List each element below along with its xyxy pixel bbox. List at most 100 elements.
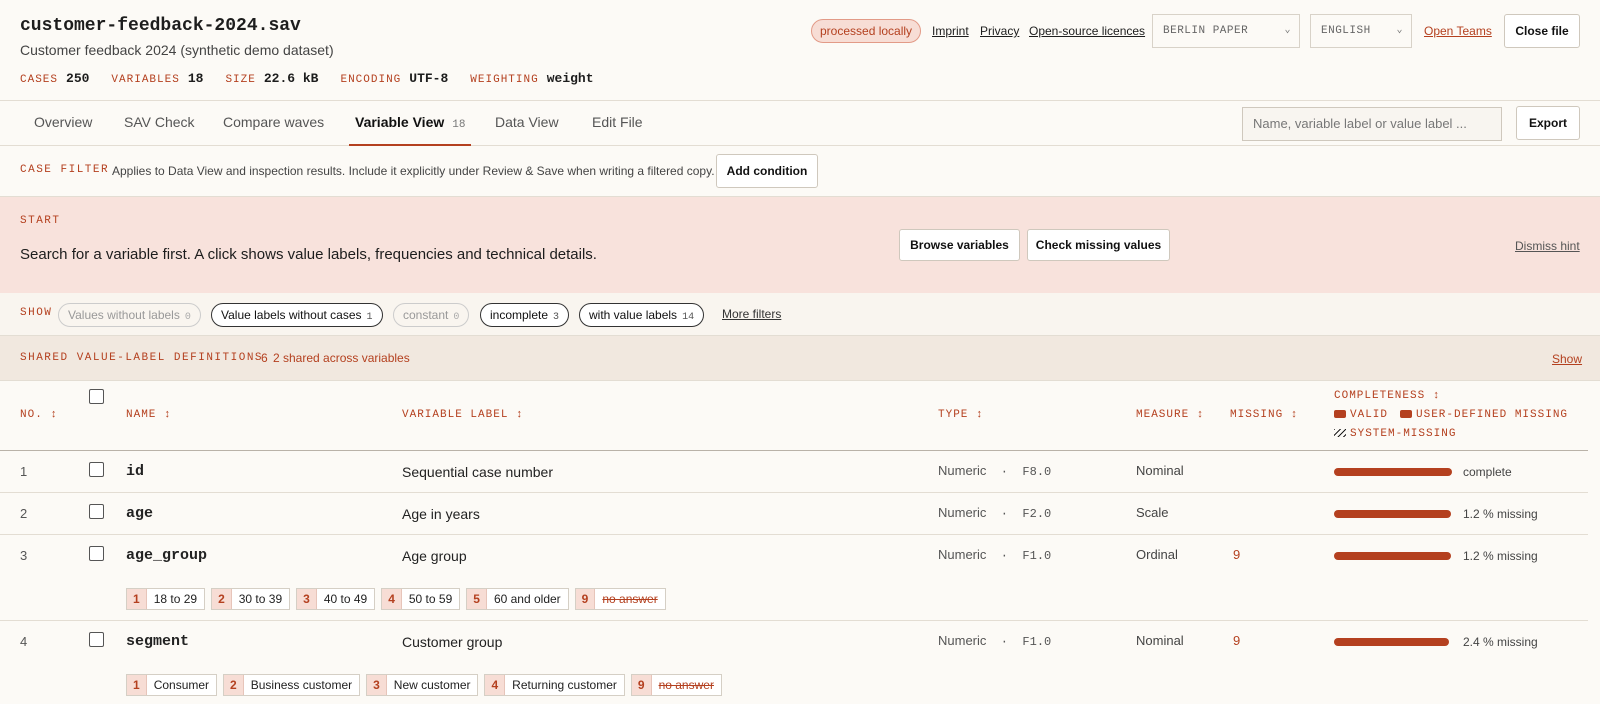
completeness-bar [1334,468,1452,476]
value-code: 3 [297,589,317,609]
shared-value-labels-bar: SHARED VALUE-LABEL DEFINITIONS 6 2 share… [0,336,1600,381]
value-text: Returning customer [512,678,617,692]
table-row[interactable]: 3 age_group Age group Numeric · F1.0 Ord… [0,535,1588,621]
column-measure[interactable]: MEASURE ↕ [1136,409,1204,421]
tab-sav-check[interactable]: SAV Check [124,101,195,146]
chip-label: Value labels without cases [221,308,362,322]
show-key: SHOW [20,307,53,319]
open-teams-link[interactable]: Open Teams [1424,24,1492,38]
value-label[interactable]: 2 Business customer [223,674,361,696]
check-missing-values-button[interactable]: Check missing values [1027,229,1170,261]
table-row[interactable]: 4 segment Customer group Numeric · F1.0 … [0,621,1588,704]
legend-system-swatch [1334,429,1346,438]
chip-count: 0 [453,312,460,323]
type-format: F1.0 [1022,549,1052,563]
tab-edit-file[interactable]: Edit File [592,101,643,146]
column-name[interactable]: NAME ↕ [126,409,172,421]
start-hint: START Search for a variable first. A cli… [0,197,1600,293]
table-row[interactable]: 2 age Age in years Numeric · F2.0 Scale … [0,493,1588,535]
more-filters-link[interactable]: More filters [722,307,781,321]
meta-key: WEIGHTING [470,74,539,86]
tab-overview[interactable]: Overview [34,101,92,146]
value-label[interactable]: 1 Consumer [126,674,218,696]
shared-show-link[interactable]: Show [1552,352,1582,366]
completeness-text: 2.4 % missing [1463,635,1538,649]
missing-values: 9 [1233,547,1241,562]
dismiss-hint-link[interactable]: Dismiss hint [1515,239,1580,253]
tab-compare-waves[interactable]: Compare waves [223,101,324,146]
theme-select[interactable]: BERLIN PAPER ⌄ [1152,14,1300,48]
chip-count: 14 [682,312,695,323]
chip-value-labels-without-cases[interactable]: Value labels without cases 1 [211,303,383,327]
imprint-link[interactable]: Imprint [932,24,969,38]
row-checkbox[interactable] [89,632,104,647]
row-checkbox[interactable] [89,546,104,561]
variable-type: Numeric · F1.0 [938,633,1052,649]
select-all-checkbox[interactable] [89,389,104,404]
legend-user-label: USER-DEFINED MISSING [1416,409,1569,421]
legend-valid-label: VALID [1350,409,1389,421]
value-text: no answer [602,592,658,606]
export-button[interactable]: Export [1516,106,1580,140]
tab-variable-view-label: Variable View [355,114,445,130]
variable-name[interactable]: age [126,505,153,522]
value-label[interactable]: 4 50 to 59 [381,588,461,610]
column-completeness[interactable]: COMPLETENESS ↕ [1334,390,1440,402]
table-row[interactable]: 1 id Sequential case number Numeric · F8… [0,451,1588,493]
value-code: 2 [212,589,232,609]
value-label-missing[interactable]: 9 no answer [574,588,666,610]
missing-values: 9 [1233,633,1241,648]
tab-variable-view[interactable]: Variable View 18 [349,101,472,146]
variable-search-input[interactable]: Name, variable label or value label ... [1242,107,1502,141]
meta-value: 22.6 kB [263,71,319,86]
chip-with-value-labels[interactable]: with value labels 14 [579,303,705,327]
chip-label: Values without labels [68,308,180,322]
row-checkbox[interactable] [89,462,104,477]
tab-count-badge: 18 [452,119,466,131]
variable-name[interactable]: segment [126,633,189,650]
legend-system-label: SYSTEM-MISSING [1350,428,1457,440]
value-label[interactable]: 3 New customer [366,674,479,696]
licences-link[interactable]: Open-source licences [1029,24,1145,38]
value-label[interactable]: 1 18 to 29 [126,588,206,610]
chip-label: constant [403,308,449,322]
row-number: 1 [20,464,28,479]
column-variable-label[interactable]: VARIABLE LABEL ↕ [402,409,524,421]
type-name: Numeric [938,505,987,520]
privacy-link[interactable]: Privacy [980,24,1019,38]
file-subtitle: Customer feedback 2024 (synthetic demo d… [20,42,334,58]
variable-name[interactable]: id [126,463,144,480]
shared-count: 6 [261,351,268,365]
chip-constant[interactable]: constant 0 [393,303,470,327]
column-missing[interactable]: MISSING ↕ [1230,409,1298,421]
column-type[interactable]: TYPE ↕ [938,409,984,421]
browse-variables-button[interactable]: Browse variables [899,229,1020,261]
meta-key: VARIABLES [111,74,180,86]
value-label[interactable]: 3 40 to 49 [296,588,376,610]
variable-name[interactable]: age_group [126,547,207,564]
add-condition-button[interactable]: Add condition [716,154,818,188]
value-label-missing[interactable]: 9 no answer [630,674,722,696]
chip-incomplete[interactable]: incomplete 3 [480,303,570,327]
legend-user-missing: USER-DEFINED MISSING [1400,409,1568,421]
language-select[interactable]: ENGLISH ⌄ [1310,14,1412,48]
row-checkbox[interactable] [89,504,104,519]
completeness-bar [1334,510,1451,518]
variable-type: Numeric · F2.0 [938,505,1052,521]
value-code: 2 [224,675,244,695]
tab-data-view[interactable]: Data View [495,101,559,146]
value-label[interactable]: 5 60 and older [466,588,569,610]
value-label[interactable]: 4 Returning customer [484,674,625,696]
chip-values-without-labels[interactable]: Values without labels 0 [58,303,201,327]
value-label[interactable]: 2 30 to 39 [211,588,291,610]
meta-value: 18 [187,71,204,86]
close-file-button[interactable]: Close file [1504,14,1580,48]
meta-weighting: WEIGHTING weight [470,71,593,86]
value-code: 9 [575,589,596,609]
measure-level: Nominal [1136,463,1184,478]
show-filter-row: SHOW Values without labels 0 Value labels… [0,293,1600,336]
language-select-value: ENGLISH [1321,25,1371,37]
case-filter-key: CASE FILTER [20,164,110,176]
column-no[interactable]: NO. ↕ [20,409,58,421]
value-text: no answer [658,678,714,692]
